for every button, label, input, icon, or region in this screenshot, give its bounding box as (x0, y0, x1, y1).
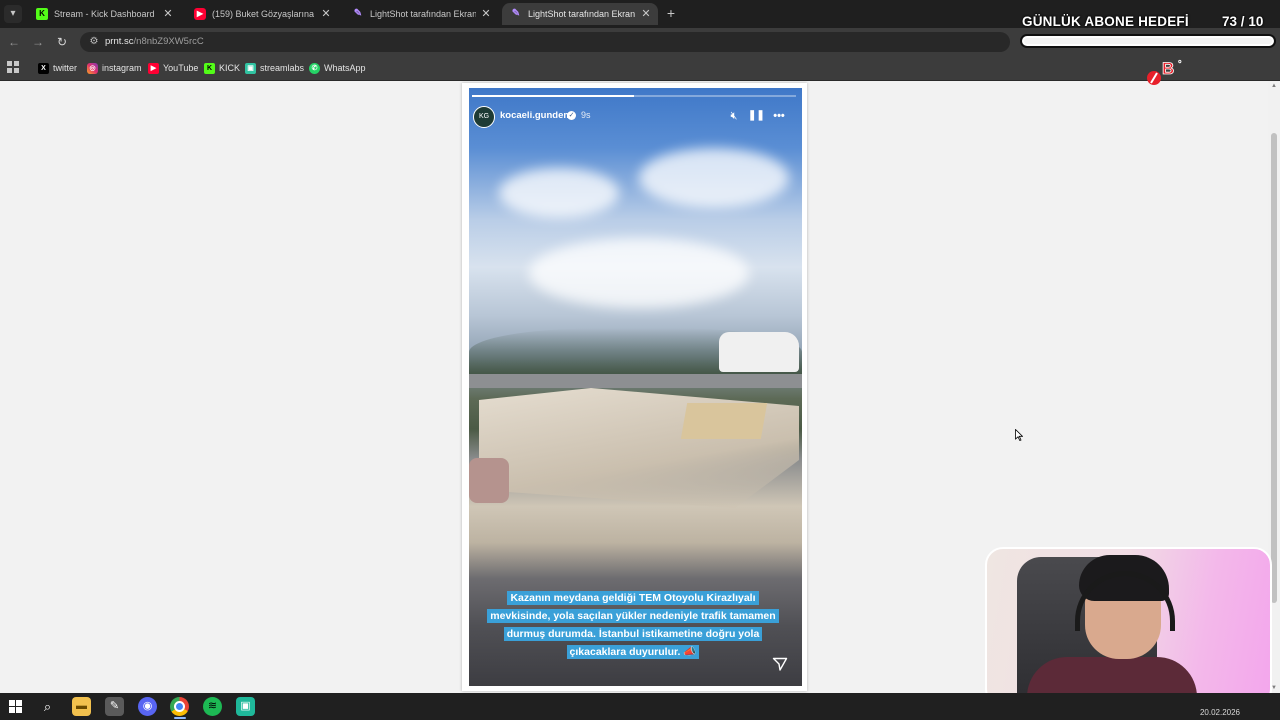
url-path: /n8nbZ9XW5rcC (133, 36, 204, 47)
tab-lightshot-2[interactable]: ✎ LightShot tarafından Ekran Görüntüsü ✕ (502, 3, 658, 25)
app-icon[interactable]: ✎ (105, 697, 124, 716)
lightshot-icon: ✎ (511, 8, 521, 19)
bookmark-youtube[interactable]: ▶ YouTube (148, 60, 198, 76)
tab-lightshot-1[interactable]: ✎ LightShot tarafından Ekran Görüntüsü ✕ (344, 3, 498, 25)
url-host: prnt.sc (105, 36, 134, 47)
goal-target: 10 (1248, 14, 1264, 29)
active-app-indicator (174, 717, 186, 719)
spotify-icon[interactable]: ≋ (203, 697, 222, 716)
close-icon[interactable]: ✕ (640, 3, 652, 25)
windows-taskbar: ⌕ ▬ ✎ ◉ ≋ ▣ 20.02.2026 (0, 693, 1280, 720)
webcam-overlay: HAW (985, 547, 1272, 707)
subscriber-goal-title: GÜNLÜK ABONE HEDEFİ (1022, 14, 1189, 29)
reload-icon[interactable]: ↻ (54, 34, 70, 50)
close-icon[interactable]: ✕ (320, 3, 332, 25)
instagram-icon: ◎ (87, 63, 98, 75)
kick-icon: K (204, 63, 215, 75)
file-explorer-icon[interactable]: ▬ (72, 697, 91, 716)
lightshot-icon: ✎ (353, 8, 363, 19)
youtube-icon: ▶ (148, 63, 159, 75)
cloud-shape (529, 238, 749, 308)
subscriber-goal-fill (1024, 38, 1272, 44)
goal-separator: / (1240, 14, 1245, 29)
back-arrow-icon[interactable]: ← (6, 34, 22, 50)
forward-arrow-icon[interactable]: → (30, 34, 46, 50)
tab-kick-dashboard[interactable]: K Stream - Kick Dashboard ✕ (28, 3, 180, 25)
bookmark-streamlabs[interactable]: ▣ streamlabs (245, 60, 304, 76)
story-caption: Kazanın meydana geldiği TEM Otoyolu Kira… (483, 588, 783, 660)
caption-text: Kazanın meydana geldiği TEM Otoyolu Kira… (487, 591, 779, 659)
app2-icon[interactable]: ▣ (236, 697, 255, 716)
search-icon[interactable]: ⌕ (38, 697, 57, 716)
x-icon: X (38, 63, 49, 75)
bookmark-label: instagram (102, 63, 142, 73)
mute-icon[interactable]: 🔇︎ (727, 109, 741, 123)
bookmark-label: twitter (53, 63, 78, 73)
mouse-cursor-icon (1015, 429, 1023, 441)
channel-logo-icon: B ∘ (1147, 56, 1183, 85)
bookmark-kick[interactable]: K KICK (204, 60, 240, 76)
scroll-up-icon[interactable]: ▲ (1271, 83, 1277, 89)
subscriber-goal-count: 73 / 10 (1222, 14, 1263, 29)
chrome-icon[interactable] (170, 697, 189, 716)
avatar[interactable]: KG (473, 106, 495, 128)
story-time: 9s (581, 110, 591, 120)
site-info-icon[interactable]: ⚙ (87, 35, 101, 49)
pause-icon[interactable]: ❚❚ (748, 109, 765, 123)
bookmark-label: KICK (219, 63, 241, 73)
bookmark-whatsapp[interactable]: ✆ WhatsApp (309, 60, 366, 76)
youtube-icon: ▶ (194, 8, 206, 20)
kick-icon: K (36, 8, 48, 20)
goal-current: 73 (1222, 14, 1238, 29)
windows-start-icon[interactable] (6, 697, 25, 716)
tab-title: (159) Buket Gözyaşlarına Boğuldu (212, 9, 316, 19)
bookmark-instagram[interactable]: ◎ instagram (87, 60, 142, 76)
streamlabs-icon: ▣ (245, 63, 256, 75)
debris-bundle (469, 458, 509, 503)
cloud-shape (639, 148, 789, 208)
verified-badge-icon: ✓ (567, 111, 576, 120)
send-icon[interactable] (772, 656, 788, 672)
url-text: prnt.sc/n8nbZ9XW5rcC (105, 32, 204, 52)
story-progress-fill (472, 95, 634, 97)
guard-rail (469, 374, 802, 388)
bookmark-label: streamlabs (260, 63, 305, 73)
bookmark-label: WhatsApp (324, 63, 366, 73)
close-icon[interactable]: ✕ (162, 3, 174, 25)
cloud-shape (499, 168, 619, 218)
scrollbar-thumb[interactable] (1271, 133, 1277, 603)
tab-title: LightShot tarafından Ekran Görüntüsü (528, 9, 636, 19)
close-icon[interactable]: ✕ (480, 3, 492, 25)
more-icon[interactable]: ••• (772, 109, 786, 123)
tab-youtube[interactable]: ▶ (159) Buket Gözyaşlarına Boğuldu ✕ (186, 3, 338, 25)
cardboard-stack (680, 403, 768, 439)
address-bar[interactable]: ⚙ prnt.sc/n8nbZ9XW5rcC (80, 32, 1010, 52)
svg-text:∘: ∘ (1177, 56, 1183, 66)
tab-search-button[interactable]: ▾ (4, 5, 22, 23)
bookmark-twitter[interactable]: Xtwitter (38, 60, 77, 76)
bookmarks-bar: Xtwitter ◎ instagram ▶ YouTube K KICK ▣ stre… (0, 56, 1280, 81)
svg-text:B: B (1162, 59, 1174, 78)
apps-grid-icon[interactable] (7, 61, 20, 74)
new-tab-button[interactable]: + (664, 5, 678, 21)
whatsapp-icon: ✆ (309, 63, 320, 75)
discord-icon[interactable]: ◉ (138, 697, 157, 716)
bookmark-label: YouTube (163, 63, 199, 73)
system-date[interactable]: 20.02.2026 (1200, 708, 1240, 717)
story-username[interactable]: kocaeli.gundem (500, 110, 572, 121)
white-van (719, 332, 799, 372)
story-progress-bar (472, 95, 796, 97)
tab-title: LightShot tarafından Ekran Görüntüsü (370, 9, 476, 19)
tab-title: Stream - Kick Dashboard (54, 9, 155, 19)
subscriber-goal-bar (1020, 34, 1276, 48)
